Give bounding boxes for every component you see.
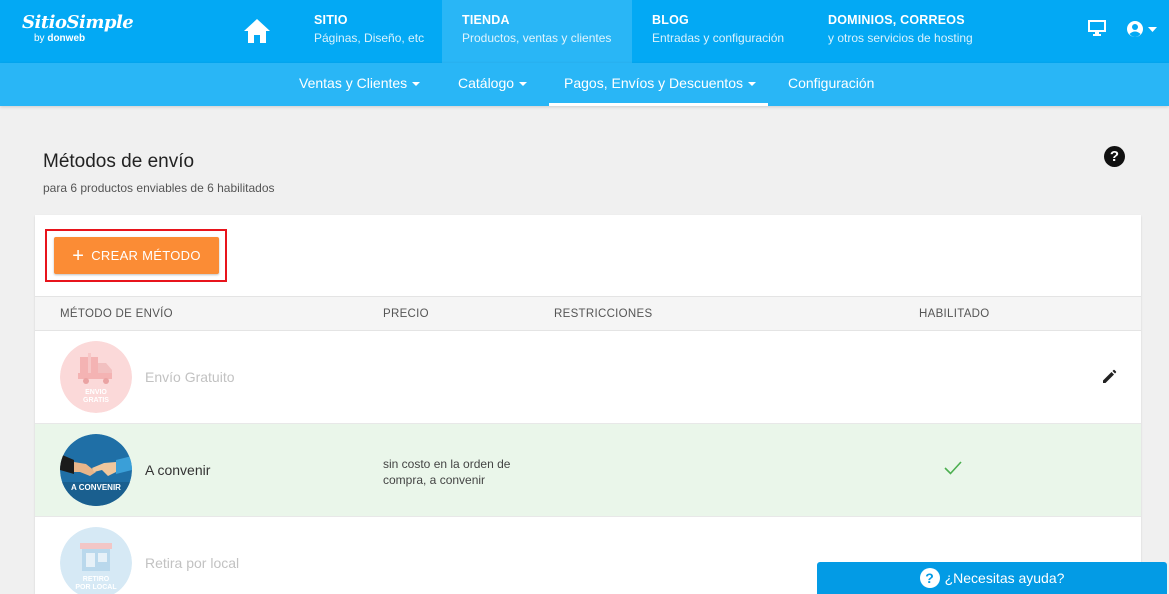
a-convenir-badge: A CONVENIR	[60, 434, 132, 506]
nav-tienda[interactable]: TIENDA Productos, ventas y clientes	[442, 0, 632, 63]
help-chat-button[interactable]: ? ¿Necesitas ayuda?	[817, 562, 1167, 594]
store-icon: RETIRO POR LOCAL	[60, 527, 132, 594]
method-name: A convenir	[145, 462, 211, 478]
sub-nav-bar: Ventas y Clientes Catálogo Pagos, Envíos…	[0, 63, 1169, 106]
svg-text:POR LOCAL: POR LOCAL	[75, 584, 117, 591]
home-button[interactable]	[238, 12, 276, 50]
caret-down-icon	[748, 82, 756, 86]
handshake-icon: A CONVENIR	[60, 434, 132, 506]
edit-button[interactable]	[1101, 369, 1117, 390]
page-subtitle: para 6 productos enviables de 6 habilita…	[43, 181, 275, 195]
monitor-icon	[1088, 20, 1106, 36]
chevron-down-icon	[1148, 27, 1158, 32]
column-header-price: PRECIO	[383, 308, 429, 320]
caret-down-icon	[519, 82, 528, 86]
column-header-method: MÉTODO DE ENVÍO	[60, 308, 173, 320]
brand-name: SitioSimple	[22, 12, 134, 33]
method-name: Retira por local	[145, 555, 240, 571]
subnav-ventas-clientes[interactable]: Ventas y Clientes	[284, 63, 435, 106]
top-bar: SitioSimple by donweb SITIO Páginas, Dis…	[0, 0, 1169, 63]
pencil-icon	[1103, 369, 1117, 383]
caret-down-icon	[412, 82, 421, 86]
create-method-button[interactable]: + CREAR MÉTODO	[54, 237, 219, 274]
page-title: Métodos de envío	[43, 151, 195, 172]
envio-gratis-badge: ENVIO GRATIS	[60, 341, 132, 413]
svg-text:GRATIS: GRATIS	[83, 397, 109, 404]
column-header-enabled: HABILITADO	[919, 308, 990, 320]
home-icon	[244, 19, 270, 43]
brand-logo[interactable]: SitioSimple by donweb	[22, 12, 134, 52]
method-price: sin costo en la orden de compra, a conve…	[383, 457, 511, 487]
method-name: Envío Gratuito	[145, 369, 235, 385]
subnav-catalogo[interactable]: Catálogo	[443, 63, 542, 106]
question-icon: ?	[919, 568, 940, 588]
retiro-por-local-badge: RETIRO POR LOCAL	[60, 527, 132, 594]
subnav-pagos-envios[interactable]: Pagos, Envíos y Descuentos	[549, 63, 768, 106]
desktop-view-button[interactable]	[1088, 20, 1106, 41]
free-shipping-truck-icon: ENVIO GRATIS	[60, 341, 132, 413]
svg-text:ENVIO: ENVIO	[85, 389, 107, 396]
svg-text:RETIRO: RETIRO	[83, 576, 110, 583]
user-account-icon	[1127, 21, 1143, 37]
table-row[interactable]: ENVIO GRATIS Envío Gratuito	[35, 331, 1141, 424]
nav-blog[interactable]: BLOG Entradas y configuración	[632, 0, 804, 63]
brand-by-line: by donweb	[34, 33, 86, 44]
plus-icon: +	[72, 244, 85, 267]
table-header: MÉTODO DE ENVÍO PRECIO RESTRICCIONES HAB…	[35, 296, 1141, 331]
user-menu-button[interactable]	[1126, 20, 1158, 43]
nav-sitio[interactable]: SITIO Páginas, Diseño, etc	[294, 0, 444, 63]
column-header-restrictions: RESTRICCIONES	[554, 308, 653, 320]
table-row[interactable]: A CONVENIR A convenir sin costo en la or…	[35, 424, 1141, 517]
svg-text:A CONVENIR: A CONVENIR	[71, 483, 121, 492]
subnav-configuracion[interactable]: Configuración	[773, 63, 889, 106]
help-icon[interactable]: ?	[1104, 146, 1125, 167]
nav-dominios[interactable]: DOMINIOS, CORREOS y otros servicios de h…	[808, 0, 993, 63]
enabled-check-icon[interactable]	[943, 460, 963, 481]
